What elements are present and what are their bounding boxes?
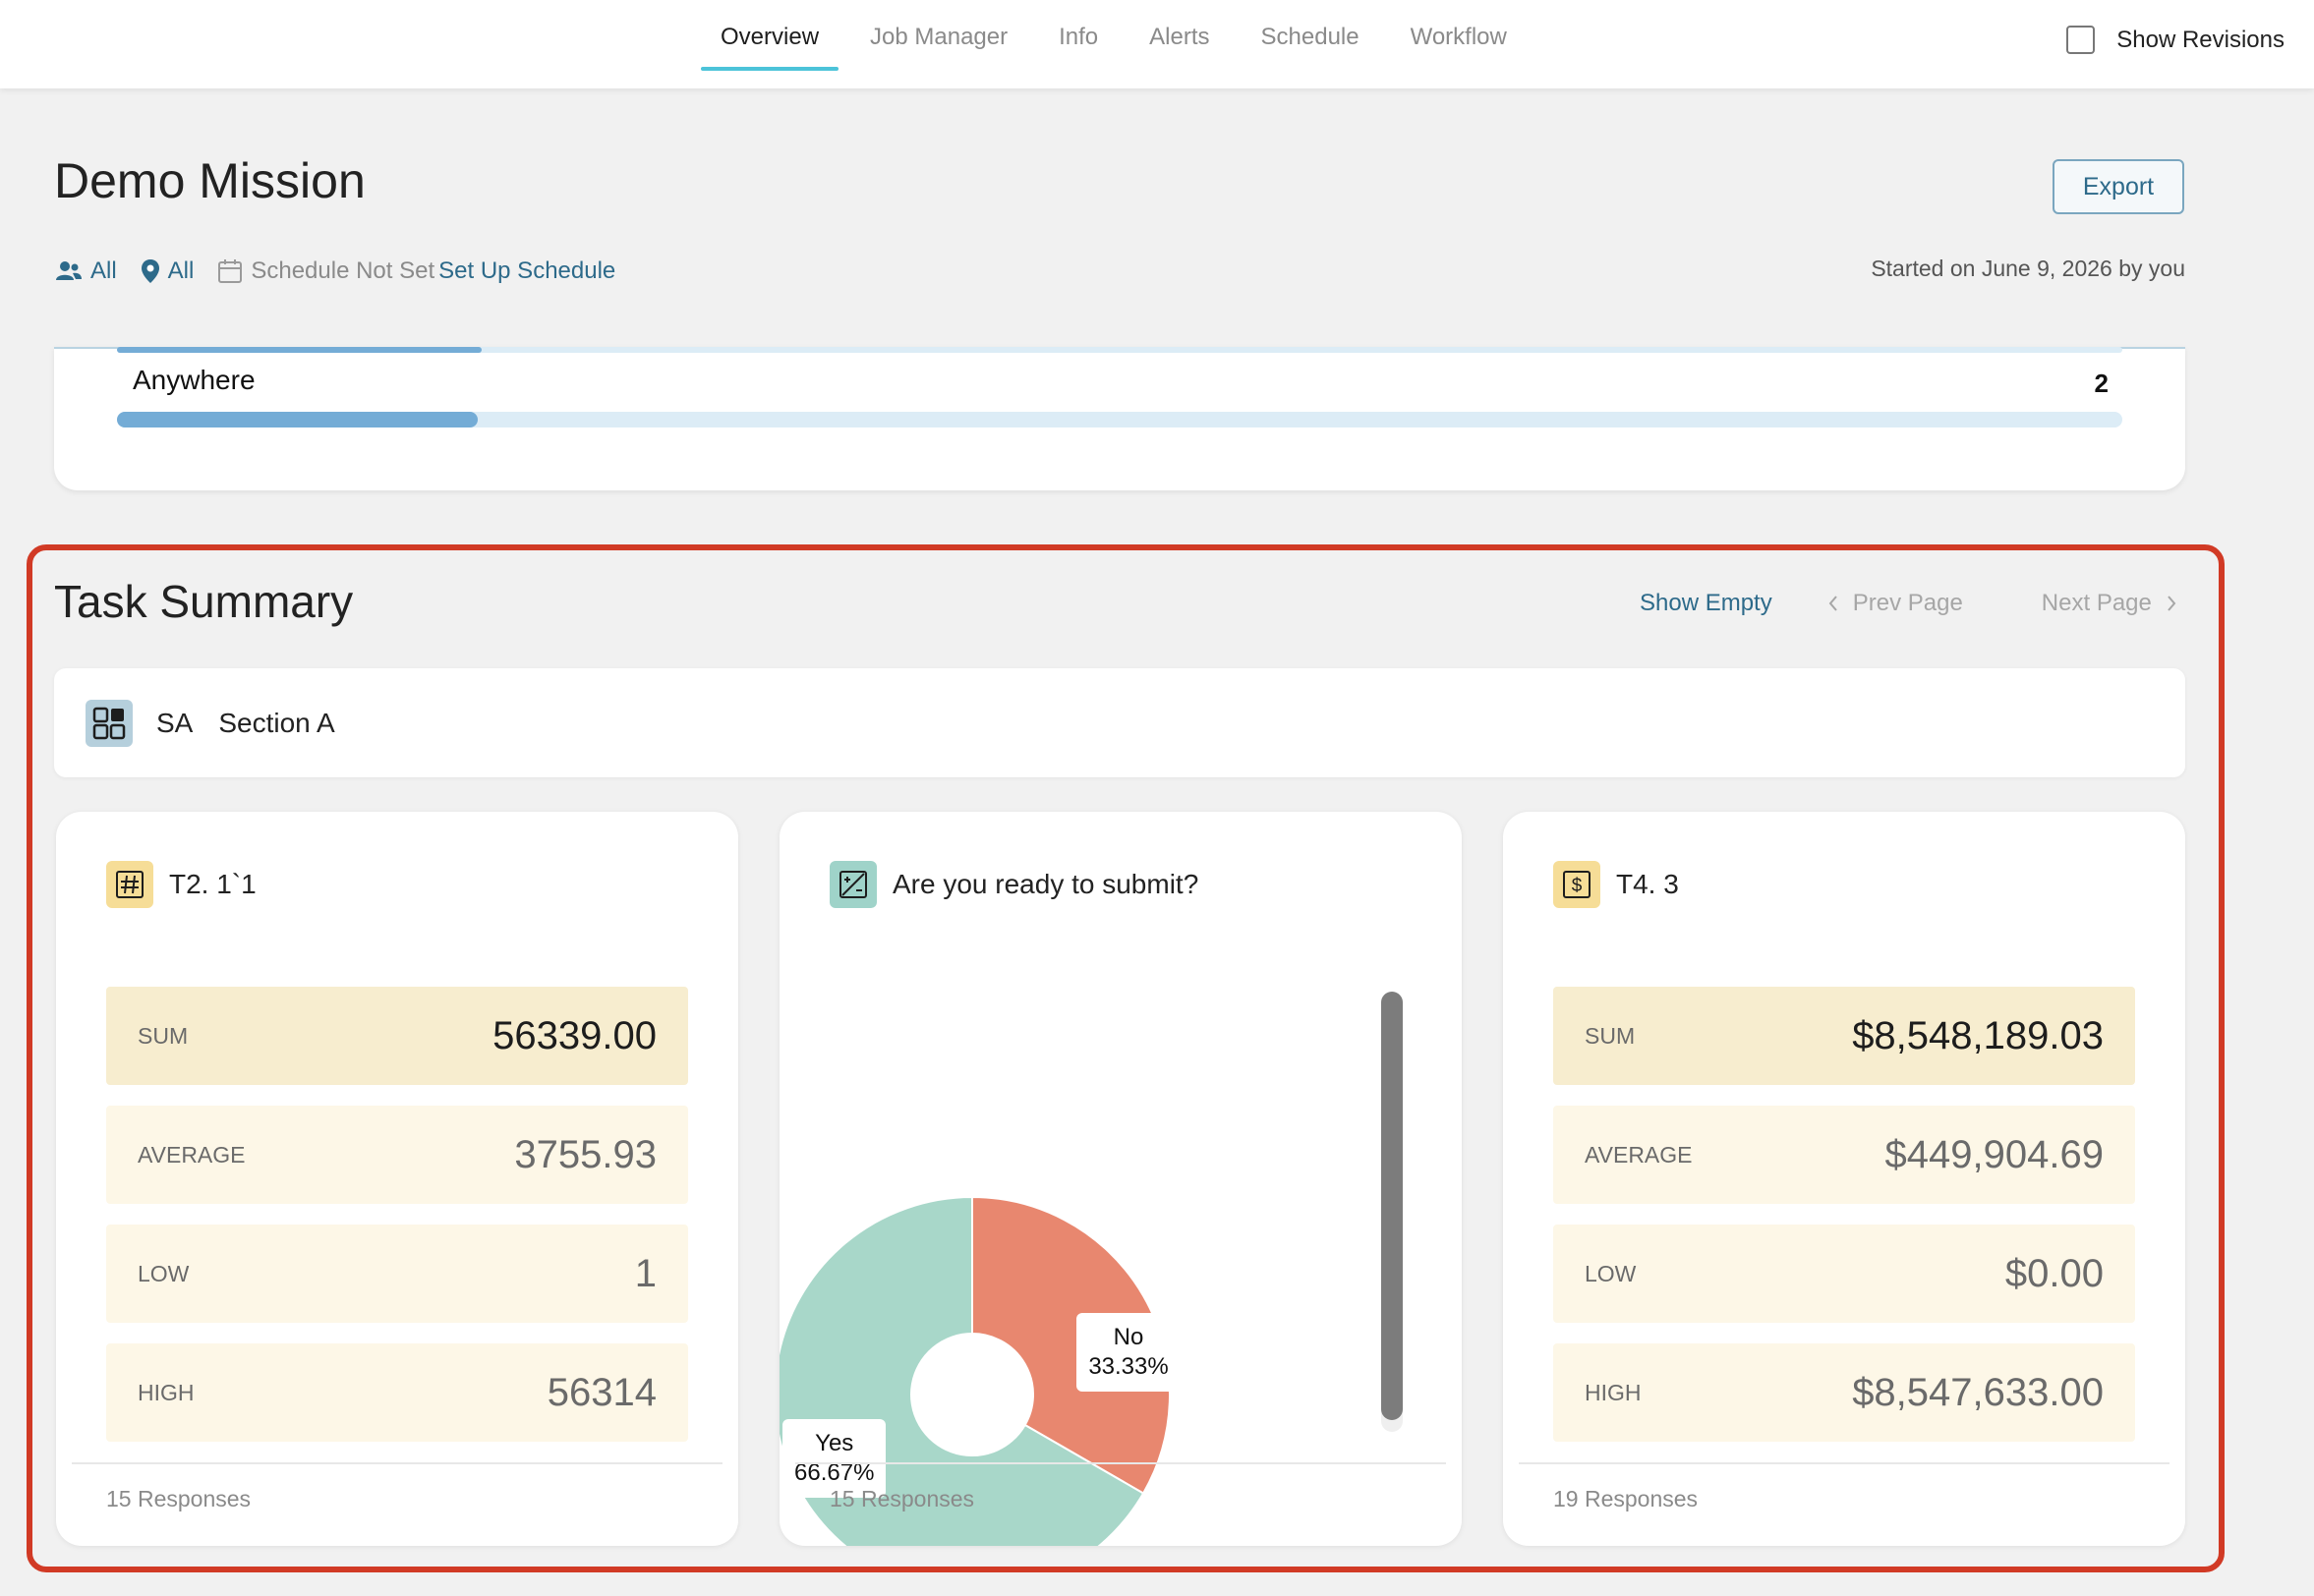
- show-revisions-toggle[interactable]: Show Revisions: [2066, 26, 2285, 54]
- next-page-label: Next Page: [2041, 590, 2152, 616]
- card-title: T4. 3: [1616, 869, 1679, 899]
- stat-value: 3755.93: [514, 1132, 657, 1176]
- scrollbar-thumb[interactable]: [1381, 992, 1403, 1420]
- stat-sum: SUM $8,548,189.03: [1553, 987, 2135, 1085]
- show-revisions-checkbox[interactable]: [2066, 26, 2096, 54]
- tab-overview[interactable]: Overview: [701, 0, 839, 71]
- stat-label: SUM: [1585, 1022, 1636, 1049]
- yes-no-pie-chart: No 33.33% Yes 66.67%: [774, 812, 1462, 1593]
- stat-average: AVERAGE $449,904.69: [1553, 1106, 2135, 1204]
- pie-label-percent: 33.33%: [1088, 1352, 1169, 1380]
- started-info: Started on June 9, 2026 by you: [1871, 256, 2185, 281]
- export-button[interactable]: Export: [2053, 159, 2184, 214]
- stat-high: HIGH $8,547,633.00: [1553, 1343, 2135, 1442]
- stat-label: HIGH: [138, 1379, 195, 1405]
- pie-label-category: Yes: [815, 1430, 854, 1456]
- progress-bar-partial: [117, 347, 2122, 353]
- stat-label: AVERAGE: [138, 1141, 246, 1168]
- card-header: T2. 1`1: [106, 861, 257, 908]
- stat-label: SUM: [138, 1022, 189, 1049]
- users-icon: [56, 261, 82, 280]
- calendar-icon: [218, 259, 243, 283]
- users-filter[interactable]: All: [55, 257, 117, 285]
- chevron-right-icon: [2168, 596, 2176, 611]
- stat-value: $8,547,633.00: [1852, 1370, 2104, 1414]
- set-up-schedule-link[interactable]: Set Up Schedule: [438, 257, 615, 285]
- chart-scrollbar[interactable]: [1381, 992, 1403, 1432]
- stat-value: 1: [634, 1251, 657, 1295]
- users-filter-label: All: [90, 257, 117, 284]
- pie-label-category: No: [1113, 1323, 1144, 1350]
- stat-value: $0.00: [2004, 1251, 2104, 1295]
- section-code: SA: [156, 707, 194, 738]
- tab-schedule[interactable]: Schedule: [1242, 0, 1379, 71]
- stat-low: LOW 1: [106, 1225, 688, 1323]
- schedule-status: Schedule Not Set: [251, 257, 435, 284]
- location-breakdown-card: Anywhere 2: [54, 347, 2185, 490]
- prev-page-label: Prev Page: [1852, 590, 1963, 616]
- stat-high: HIGH 56314: [106, 1343, 688, 1442]
- section-grid-icon: [86, 699, 133, 747]
- card-title: T2. 1`1: [169, 869, 257, 899]
- task-card-currency: $ T4. 3 SUM $8,548,189.03 AVERAGE $449,9…: [1503, 812, 2185, 1546]
- responses-count: 15 Responses: [795, 1462, 1446, 1512]
- card-header: $ T4. 3: [1553, 861, 1679, 908]
- stat-value: $8,548,189.03: [1852, 1013, 2104, 1057]
- tab-info[interactable]: Info: [1039, 0, 1118, 71]
- hash-icon: [106, 861, 153, 908]
- tab-alerts[interactable]: Alerts: [1129, 0, 1229, 71]
- task-summary-title: Task Summary: [54, 576, 354, 627]
- location-row-label: Anywhere: [133, 365, 256, 395]
- section-header[interactable]: SA Section A: [54, 668, 2185, 777]
- next-page-button[interactable]: Next Page: [2042, 590, 2177, 617]
- location-row-count: 2: [2094, 369, 2109, 398]
- schedule-info: Schedule Not Set Set Up Schedule: [217, 257, 615, 285]
- page-title: Demo Mission: [54, 153, 366, 208]
- nav-tabs: Overview Job Manager Info Alerts Schedul…: [701, 0, 1538, 88]
- stat-label: LOW: [138, 1260, 190, 1286]
- location-filter[interactable]: All: [141, 257, 195, 285]
- task-card-number: T2. 1`1 SUM 56339.00 AVERAGE 3755.93 LOW…: [56, 812, 738, 1546]
- section-name: Section A: [218, 707, 335, 738]
- stat-label: AVERAGE: [1585, 1141, 1693, 1168]
- location-progress-bar: [117, 412, 2122, 428]
- svg-text:$: $: [1572, 876, 1583, 896]
- dollar-icon: $: [1553, 861, 1600, 908]
- mission-meta: All All Schedule Not Set Set Up Schedule: [55, 257, 615, 285]
- stat-value: 56339.00: [492, 1013, 657, 1057]
- show-revisions-label: Show Revisions: [2116, 26, 2285, 53]
- show-empty-button[interactable]: Show Empty: [1640, 590, 1772, 617]
- location-progress-fill: [117, 412, 479, 428]
- top-nav: Overview Job Manager Info Alerts Schedul…: [0, 0, 2314, 88]
- location-pin-icon: [141, 259, 159, 283]
- pagination: Prev Page Next Page: [1827, 590, 2177, 617]
- task-summary-actions: Show Empty Prev Page Next Page: [1640, 590, 2177, 617]
- pie-label-no: No 33.33%: [1076, 1312, 1181, 1392]
- responses-count: 19 Responses: [1519, 1462, 2169, 1512]
- tab-workflow[interactable]: Workflow: [1391, 0, 1527, 71]
- stat-label: HIGH: [1585, 1379, 1642, 1405]
- stat-label: LOW: [1585, 1260, 1637, 1286]
- stat-low: LOW $0.00: [1553, 1225, 2135, 1323]
- responses-count: 15 Responses: [72, 1462, 723, 1512]
- stat-sum: SUM 56339.00: [106, 987, 688, 1085]
- stat-average: AVERAGE 3755.93: [106, 1106, 688, 1204]
- tab-job-manager[interactable]: Job Manager: [850, 0, 1027, 71]
- stat-value: 56314: [547, 1370, 657, 1414]
- stat-value: $449,904.69: [1884, 1132, 2104, 1176]
- task-card-yes-no: Are you ready to submit? No 33.33% Yes 66.6…: [774, 812, 1462, 1593]
- location-filter-label: All: [167, 257, 195, 284]
- prev-page-button[interactable]: Prev Page: [1827, 590, 1963, 617]
- chevron-left-icon: [1828, 596, 1837, 611]
